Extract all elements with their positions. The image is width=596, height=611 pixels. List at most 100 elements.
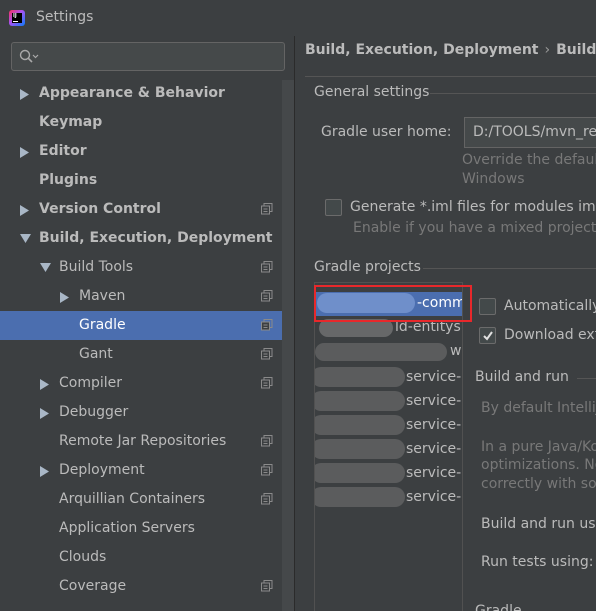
general-settings-rule: [430, 93, 596, 94]
redaction-blur: [315, 439, 405, 459]
project-settings-icon: [261, 348, 273, 360]
generate-iml-label: Generate *.iml files for modules impo: [350, 199, 596, 215]
redaction-blur: [315, 367, 405, 387]
build-run-hint-4: correctly with son: [481, 476, 596, 492]
project-settings-icon: [261, 261, 273, 273]
tree-item-label: Editor: [39, 143, 87, 159]
tree-item-label: Remote Jar Repositories: [59, 433, 227, 449]
tree-item-gradle[interactable]: Gradle: [0, 311, 294, 340]
collapsed-arrow-icon[interactable]: [40, 398, 52, 427]
tree-item-clouds[interactable]: Clouds: [0, 543, 294, 572]
build-run-using-label: Build and run usi: [481, 516, 596, 532]
gradle-user-home-field[interactable]: D:/TOOLS/mvn_rep: [464, 117, 596, 148]
expanded-arrow-icon[interactable]: [40, 253, 52, 282]
auto-import-label: Automatically: [504, 298, 596, 314]
tree-item-debugger[interactable]: Debugger: [0, 398, 294, 427]
tree-item-appearance-behavior[interactable]: Appearance & Behavior: [0, 79, 294, 108]
window-title: Settings: [36, 9, 94, 25]
tree-item-arquillian-containers[interactable]: Arquillian Containers: [0, 485, 294, 514]
project-settings-icon: [261, 319, 273, 331]
tree-item-label: Gant: [79, 346, 113, 362]
tree-item-editor[interactable]: Editor: [0, 137, 294, 166]
header-divider: [305, 76, 596, 77]
project-settings-icon: [261, 435, 273, 447]
tree-item-label: Build Tools: [59, 259, 134, 275]
tree-item-label: Clouds: [59, 549, 107, 565]
collapsed-arrow-icon[interactable]: [20, 195, 32, 224]
download-checkbox[interactable]: [479, 327, 496, 344]
expanded-arrow-icon[interactable]: [20, 224, 32, 253]
tree-item-label: Application Servers: [59, 520, 195, 536]
breadcrumb-parent[interactable]: Build, Execution, Deployment: [305, 42, 539, 58]
settings-tree: Appearance & Behavior Keymap Editor Plugins…: [0, 79, 294, 601]
redaction-blur: [315, 415, 405, 435]
tree-item-label: Plugins: [39, 172, 98, 188]
download-label: Download ext: [504, 327, 596, 343]
tree-item-maven[interactable]: Maven: [0, 282, 294, 311]
collapsed-arrow-icon[interactable]: [60, 282, 72, 311]
gradle-user-home-value: D:/TOOLS/mvn_rep: [473, 124, 596, 140]
tree-item-label: Compiler: [59, 375, 123, 391]
gradle-projects-heading: Gradle projects: [314, 259, 421, 275]
checkmark-icon: [483, 331, 493, 341]
tree-item-label: Coverage: [59, 578, 127, 594]
tree-item-build-execution-deployment[interactable]: Build, Execution, Deployment: [0, 224, 294, 253]
highlight-annotation-box: [314, 285, 472, 322]
build-run-hint-2: In a pure Java/Ko: [481, 439, 596, 455]
tree-item-coverage[interactable]: Coverage: [0, 572, 294, 601]
run-tests-using-label: Run tests using:: [481, 554, 594, 570]
tree-item-keymap[interactable]: Keymap: [0, 108, 294, 137]
collapsed-arrow-icon[interactable]: [20, 79, 32, 108]
collapsed-arrow-icon[interactable]: [40, 369, 52, 398]
generate-iml-hint: Enable if you have a mixed project w: [353, 220, 596, 236]
gradle-projects-list[interactable]: -commo ld-entitys w service- service- se…: [314, 282, 463, 611]
build-run-heading: Build and run: [475, 369, 569, 385]
collapsed-arrow-icon[interactable]: [40, 456, 52, 485]
project-settings-icon: [261, 464, 273, 476]
search-icon: [19, 49, 39, 63]
build-run-hint-1: By default IntelliJ: [481, 400, 596, 416]
tree-item-label: Arquillian Containers: [59, 491, 206, 507]
tree-item-label: Build, Execution, Deployment: [39, 230, 273, 246]
build-run-rule: [577, 378, 596, 379]
project-settings-icon: [261, 290, 273, 302]
project-settings-icon: [261, 493, 273, 505]
tree-scrollbar[interactable]: [282, 80, 294, 611]
project-settings-icon: [261, 580, 273, 592]
tree-item-remote-jar-repositories[interactable]: Remote Jar Repositories: [0, 427, 294, 456]
intellij-app-icon: IJ: [9, 10, 25, 26]
tree-item-label: Gradle: [79, 317, 126, 333]
redaction-blur: [315, 343, 447, 361]
tree-item-compiler[interactable]: Compiler: [0, 369, 294, 398]
tree-item-deployment[interactable]: Deployment: [0, 456, 294, 485]
tree-item-label: Debugger: [59, 404, 129, 420]
tree-item-label: Keymap: [39, 114, 103, 130]
project-settings-icon: [261, 377, 273, 389]
redaction-blur: [315, 487, 405, 507]
settings-search-input[interactable]: [11, 42, 285, 71]
override-hint-line2: Windows: [462, 171, 525, 187]
tree-item-build-tools[interactable]: Build Tools: [0, 253, 294, 282]
build-run-hint-3: optimizations. No: [481, 457, 596, 473]
collapsed-arrow-icon[interactable]: [20, 137, 32, 166]
redaction-blur: [315, 391, 405, 411]
tree-item-plugins[interactable]: Plugins: [0, 166, 294, 195]
tree-item-application-servers[interactable]: Application Servers: [0, 514, 294, 543]
settings-navigation-panel: Appearance & Behavior Keymap Editor Plugins…: [0, 36, 294, 611]
gradle-user-home-label: Gradle user home:: [321, 124, 452, 140]
title-bar: IJ Settings: [0, 0, 596, 36]
tree-item-gant[interactable]: Gant: [0, 340, 294, 369]
tree-item-label: Deployment: [59, 462, 145, 478]
redaction-blur: [315, 463, 405, 483]
tree-item-version-control[interactable]: Version Control: [0, 195, 294, 224]
tree-item-label: Version Control: [39, 201, 161, 217]
next-section-heading: Gradle: [475, 603, 522, 611]
breadcrumb-current: Build Too: [556, 42, 596, 58]
breadcrumb-separator: ›: [544, 42, 551, 58]
auto-import-checkbox[interactable]: [479, 298, 496, 315]
generate-iml-checkbox[interactable]: [325, 199, 342, 216]
project-settings-icon: [261, 203, 273, 215]
override-hint-line1: Override the default: [462, 152, 596, 168]
breadcrumb: Build, Execution, Deployment › Build Too: [305, 42, 596, 58]
gradle-settings-panel: Build, Execution, Deployment › Build Too G…: [295, 36, 596, 611]
